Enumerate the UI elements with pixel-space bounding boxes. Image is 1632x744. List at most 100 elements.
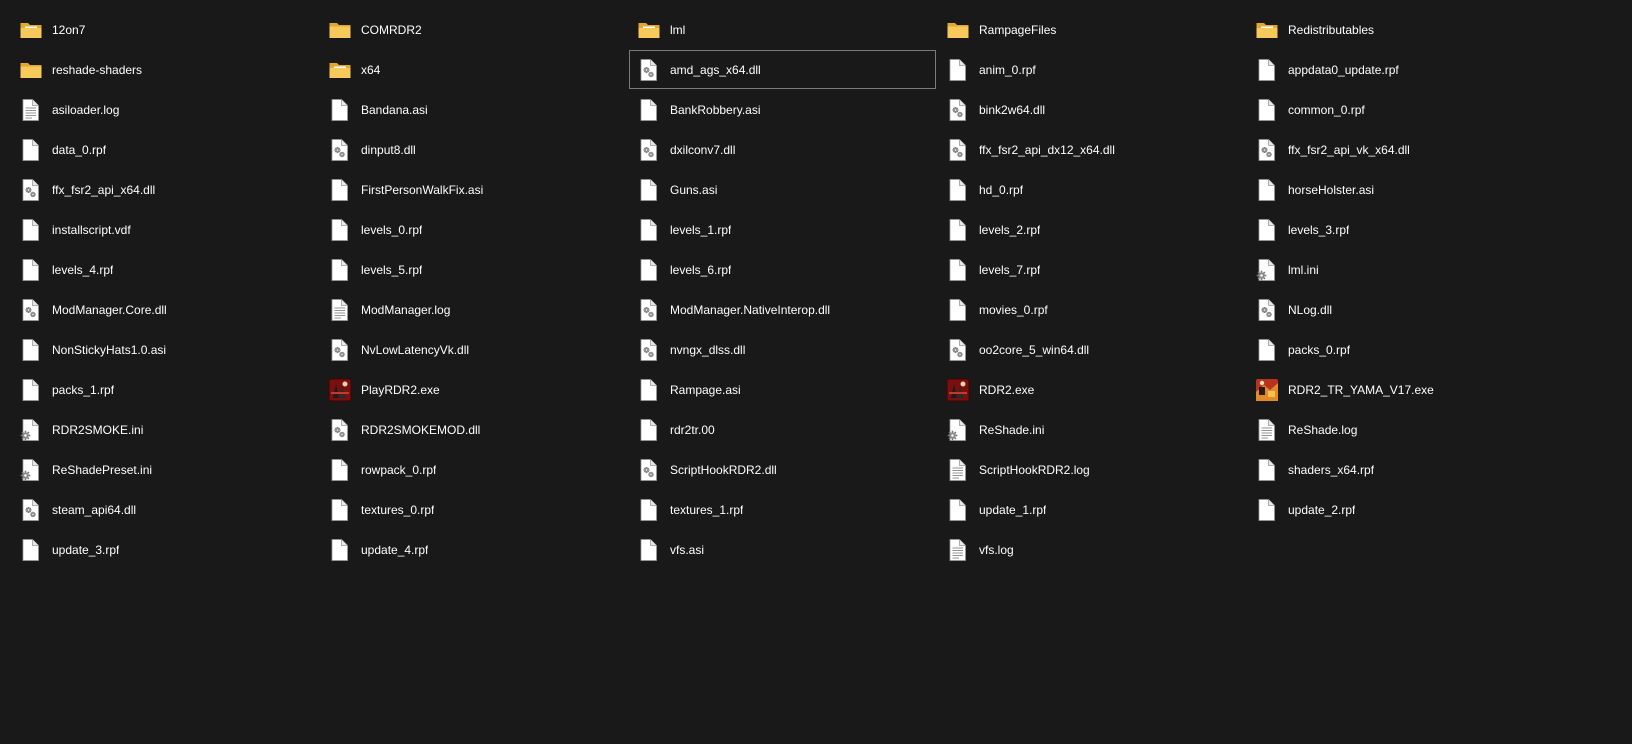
- file-item[interactable]: packs_1.rpf: [11, 370, 318, 409]
- file-item[interactable]: levels_0.rpf: [320, 210, 627, 249]
- file-item[interactable]: levels_7.rpf: [938, 250, 1245, 289]
- file-item[interactable]: ReShadePreset.ini: [11, 450, 318, 489]
- file-item[interactable]: x64: [320, 50, 627, 89]
- file-item[interactable]: packs_0.rpf: [1247, 330, 1554, 369]
- file-item[interactable]: levels_1.rpf: [629, 210, 936, 249]
- file-item[interactable]: NvLowLatencyVk.dll: [320, 330, 627, 369]
- file-item[interactable]: NLog.dll: [1247, 290, 1554, 329]
- file-item[interactable]: ModManager.log: [320, 290, 627, 329]
- file-item[interactable]: rdr2tr.00: [629, 410, 936, 449]
- file-item[interactable]: lml: [629, 10, 936, 49]
- file-name: FirstPersonWalkFix.asi: [361, 182, 484, 197]
- file-item[interactable]: lml.ini: [1247, 250, 1554, 289]
- file-item[interactable]: bink2w64.dll: [938, 90, 1245, 129]
- dll-file-icon: [18, 177, 44, 203]
- file-item[interactable]: levels_5.rpf: [320, 250, 627, 289]
- file-item[interactable]: levels_4.rpf: [11, 250, 318, 289]
- file-item[interactable]: ReShade.log: [1247, 410, 1554, 449]
- file-item[interactable]: BankRobbery.asi: [629, 90, 936, 129]
- file-name: levels_1.rpf: [670, 222, 732, 237]
- file-item[interactable]: RDR2_TR_YAMA_V17.exe: [1247, 370, 1554, 409]
- file-icon: [18, 137, 44, 163]
- file-item[interactable]: RampageFiles: [938, 10, 1245, 49]
- file-item[interactable]: textures_1.rpf: [629, 490, 936, 529]
- file-name: ffx_fsr2_api_x64.dll: [52, 182, 156, 197]
- file-list-view: 12on7 COMRDR2 lml RampageFiles Redistrib…: [0, 0, 1632, 744]
- text-file-icon: [327, 297, 353, 323]
- file-name: rdr2tr.00: [670, 422, 715, 437]
- file-name: amd_ags_x64.dll: [670, 62, 761, 77]
- file-item[interactable]: Bandana.asi: [320, 90, 627, 129]
- file-item[interactable]: dinput8.dll: [320, 130, 627, 169]
- file-item[interactable]: ScriptHookRDR2.log: [938, 450, 1245, 489]
- file-icon: [636, 97, 662, 123]
- file-icon: [636, 377, 662, 403]
- file-item[interactable]: horseHolster.asi: [1247, 170, 1554, 209]
- file-item[interactable]: hd_0.rpf: [938, 170, 1245, 209]
- file-item[interactable]: ReShade.ini: [938, 410, 1245, 449]
- dll-file-icon: [1254, 297, 1280, 323]
- file-item[interactable]: RDR2SMOKEMOD.dll: [320, 410, 627, 449]
- file-item[interactable]: rowpack_0.rpf: [320, 450, 627, 489]
- file-item[interactable]: Redistributables: [1247, 10, 1554, 49]
- file-item[interactable]: appdata0_update.rpf: [1247, 50, 1554, 89]
- file-item[interactable]: FirstPersonWalkFix.asi: [320, 170, 627, 209]
- file-item[interactable]: oo2core_5_win64.dll: [938, 330, 1245, 369]
- file-item[interactable]: nvngx_dlss.dll: [629, 330, 936, 369]
- file-item[interactable]: PlayRDR2.exe: [320, 370, 627, 409]
- file-item[interactable]: vfs.asi: [629, 530, 936, 569]
- file-item[interactable]: update_1.rpf: [938, 490, 1245, 529]
- file-item[interactable]: COMRDR2: [320, 10, 627, 49]
- file-name: NLog.dll: [1288, 302, 1333, 317]
- file-name: RampageFiles: [979, 22, 1057, 37]
- file-item[interactable]: vfs.log: [938, 530, 1245, 569]
- file-item[interactable]: asiloader.log: [11, 90, 318, 129]
- dll-file-icon: [636, 137, 662, 163]
- file-item[interactable]: Guns.asi: [629, 170, 936, 209]
- file-icon: [945, 257, 971, 283]
- file-item[interactable]: data_0.rpf: [11, 130, 318, 169]
- file-item[interactable]: 12on7: [11, 10, 318, 49]
- file-item[interactable]: dxilconv7.dll: [629, 130, 936, 169]
- folder-icon: [327, 17, 353, 43]
- file-item[interactable]: RDR2SMOKE.ini: [11, 410, 318, 449]
- file-name: nvngx_dlss.dll: [670, 342, 746, 357]
- file-icon: [945, 177, 971, 203]
- file-icon: [1254, 217, 1280, 243]
- file-item[interactable]: update_4.rpf: [320, 530, 627, 569]
- file-item[interactable]: ScriptHookRDR2.dll: [629, 450, 936, 489]
- file-item[interactable]: textures_0.rpf: [320, 490, 627, 529]
- file-item[interactable]: Rampage.asi: [629, 370, 936, 409]
- file-name: ModManager.NativeInterop.dll: [670, 302, 831, 317]
- file-icon: [945, 497, 971, 523]
- file-item[interactable]: amd_ags_x64.dll: [629, 50, 936, 89]
- file-icon: [1254, 457, 1280, 483]
- file-item[interactable]: ffx_fsr2_api_x64.dll: [11, 170, 318, 209]
- file-name: RDR2SMOKEMOD.dll: [361, 422, 481, 437]
- file-item[interactable]: shaders_x64.rpf: [1247, 450, 1554, 489]
- file-item[interactable]: ffx_fsr2_api_dx12_x64.dll: [938, 130, 1245, 169]
- dll-file-icon: [327, 137, 353, 163]
- file-item[interactable]: installscript.vdf: [11, 210, 318, 249]
- file-icon: [636, 417, 662, 443]
- file-icon: [18, 537, 44, 563]
- file-name: Redistributables: [1288, 22, 1375, 37]
- file-item[interactable]: NonStickyHats1.0.asi: [11, 330, 318, 369]
- file-item[interactable]: update_2.rpf: [1247, 490, 1554, 529]
- file-item[interactable]: levels_2.rpf: [938, 210, 1245, 249]
- file-item[interactable]: reshade-shaders: [11, 50, 318, 89]
- file-item[interactable]: RDR2.exe: [938, 370, 1245, 409]
- file-item[interactable]: movies_0.rpf: [938, 290, 1245, 329]
- file-name: bink2w64.dll: [979, 102, 1046, 117]
- file-name: levels_5.rpf: [361, 262, 423, 277]
- file-item[interactable]: common_0.rpf: [1247, 90, 1554, 129]
- file-item[interactable]: ffx_fsr2_api_vk_x64.dll: [1247, 130, 1554, 169]
- file-item[interactable]: levels_3.rpf: [1247, 210, 1554, 249]
- file-item[interactable]: steam_api64.dll: [11, 490, 318, 529]
- file-item[interactable]: ModManager.Core.dll: [11, 290, 318, 329]
- file-item[interactable]: levels_6.rpf: [629, 250, 936, 289]
- file-item[interactable]: update_3.rpf: [11, 530, 318, 569]
- file-item[interactable]: ModManager.NativeInterop.dll: [629, 290, 936, 329]
- ini-file-icon: [18, 457, 44, 483]
- file-item[interactable]: anim_0.rpf: [938, 50, 1245, 89]
